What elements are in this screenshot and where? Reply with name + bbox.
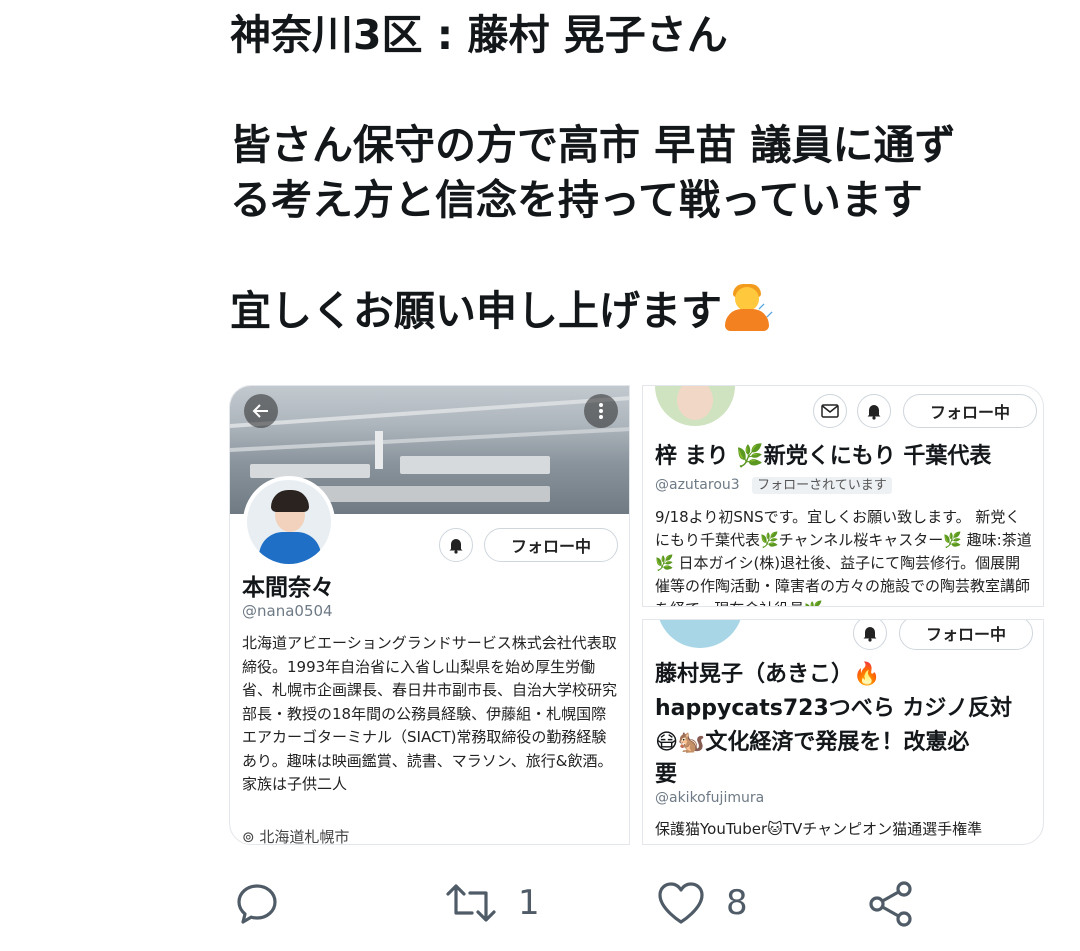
person-bowing-emoji-icon: ⸝ ⸝ <box>722 283 773 331</box>
tweet-line-4: 宜しくお願い申し上げます ⸝ ⸝ <box>230 283 1030 339</box>
reply-button[interactable] <box>234 880 280 926</box>
follows-you-badge: フォローされています <box>752 477 892 494</box>
bell-icon[interactable] <box>853 620 887 650</box>
bell-icon[interactable] <box>439 528 473 562</box>
retweet-count: 1 <box>518 883 540 923</box>
profile-location: ⊚ 北海道札幌市 <box>242 826 350 845</box>
tweet-line-4-text: 宜しくお願い申し上げます <box>230 287 722 335</box>
bell-icon[interactable] <box>857 394 891 428</box>
location-icon: ⊚ <box>242 828 260 845</box>
share-button[interactable] <box>866 880 916 928</box>
profile-card-honma[interactable]: フォロー中 本間奈々 @nana0504 北海道アビエーショングランドサービス株… <box>229 385 630 845</box>
like-button[interactable]: 8 <box>656 880 748 926</box>
profile-name-line-4: 要 <box>655 762 678 787</box>
avatar[interactable] <box>657 620 743 648</box>
share-icon <box>869 881 912 927</box>
mail-icon[interactable] <box>813 394 847 428</box>
tweet-line-1: 神奈川3区 : 藤村 晃子さん <box>230 11 728 59</box>
reply-icon <box>237 884 277 924</box>
profile-name-line-2: happycats723つべら カジノ反対 <box>655 696 1012 721</box>
profile-name-line-3: 😷🐿️文化経済で発展を！改憲必 <box>655 730 970 755</box>
tweet-line-3: る考え方と信念を持って戦っています <box>230 176 923 224</box>
profile-card-fujimura[interactable]: フォロー中 藤村晃子（あきこ）🔥 happycats723つべら カジノ反対 😷… <box>642 619 1044 845</box>
profile-bio: 保護猫YouTuber🐱TVチャンピオン猫通選手権準 <box>655 820 983 838</box>
profile-card-azusa[interactable]: フォロー中 梓 まり 🌿新党くにもり 千葉代表 @azutarou3 フォローさ… <box>642 385 1044 607</box>
retweet-button[interactable]: 1 <box>444 880 540 926</box>
more-icon[interactable] <box>584 394 618 428</box>
profile-bio: 北海道アビエーショングランドサービス株式会社代表取締役。1993年自治省に入省し… <box>242 634 617 793</box>
avatar[interactable] <box>243 476 335 568</box>
tweet-action-bar: 1 8 <box>0 870 1080 930</box>
profile-handle: @azutarou3 <box>655 477 740 493</box>
profile-handle: @akikofujimura <box>655 790 765 806</box>
back-icon[interactable] <box>244 394 278 428</box>
profile-handle: @nana0504 <box>242 602 333 620</box>
avatar[interactable] <box>655 386 735 426</box>
following-button[interactable]: フォロー中 <box>899 620 1033 650</box>
profile-name: 梓 まり 🌿新党くにもり 千葉代表 <box>655 444 992 469</box>
profile-location-text: 北海道札幌市 <box>259 828 350 845</box>
tweet-text: 神奈川3区 : 藤村 晃子さん 皆さん保守の方で高市 早苗 議員に通ず る考え方… <box>230 8 1030 339</box>
profile-name-line-1: 藤村晃子（あきこ）🔥 <box>655 662 881 687</box>
profile-bio: 9/18より初SNSです。宜しくお願い致します。 新党くにもり千葉代表🌿チャンネ… <box>655 508 1032 606</box>
tweet-line-2: 皆さん保守の方で高市 早苗 議員に通ず <box>230 121 956 169</box>
following-button[interactable]: フォロー中 <box>484 528 618 562</box>
retweet-icon <box>446 884 496 922</box>
like-count: 8 <box>726 883 748 923</box>
profile-name: 本間奈々 <box>242 575 334 601</box>
like-icon <box>658 882 704 924</box>
profile-handle-row: @azutarou3 フォローされています <box>655 474 892 494</box>
following-button[interactable]: フォロー中 <box>903 394 1037 428</box>
